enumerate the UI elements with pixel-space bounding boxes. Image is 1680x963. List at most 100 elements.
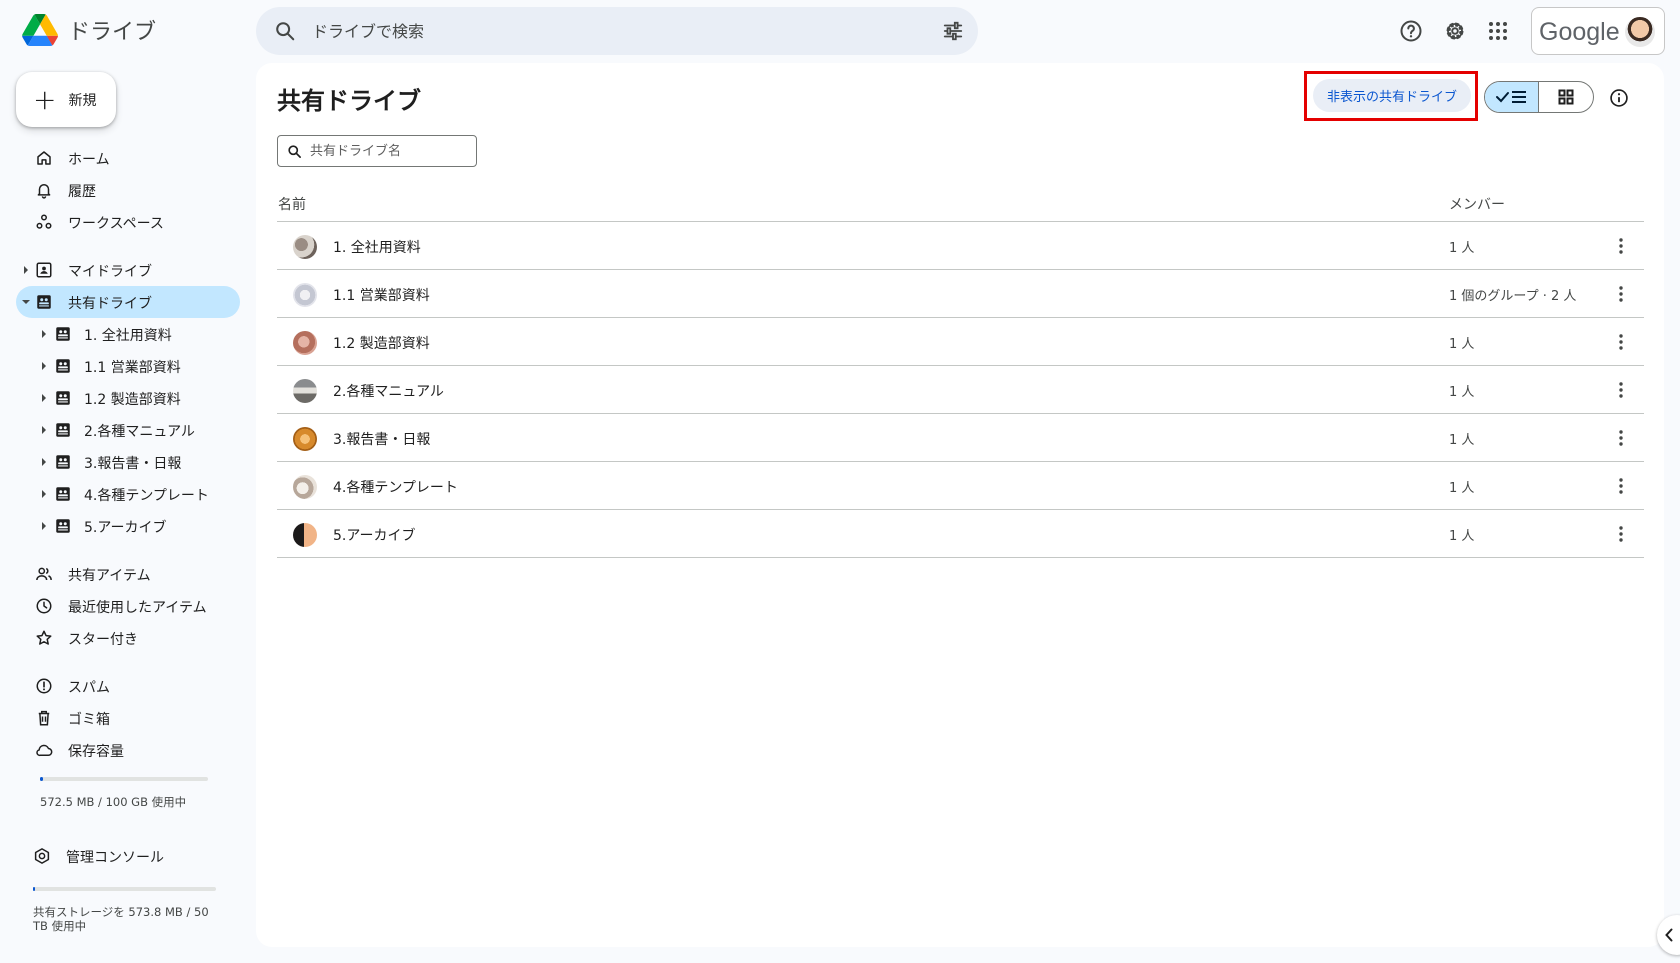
drive-logo-icon xyxy=(22,14,58,46)
member-count: 1 人 xyxy=(1449,385,1475,400)
search-input[interactable] xyxy=(312,17,872,45)
more-actions-icon[interactable] xyxy=(1611,236,1631,256)
expand-arrow-icon[interactable] xyxy=(42,522,46,530)
shared-drive-filter[interactable] xyxy=(277,135,477,167)
shared-storage-bar xyxy=(33,887,216,891)
sidebar-item-shared-drive[interactable]: 4.各種テンプレート xyxy=(36,478,240,510)
info-icon[interactable] xyxy=(1609,88,1629,108)
collapse-arrow-icon[interactable] xyxy=(22,300,30,304)
nav-item-shared-with-me[interactable]: 共有アイテム xyxy=(16,558,240,590)
shared-storage-line-2: TB 使用中 xyxy=(33,919,87,933)
more-actions-icon[interactable] xyxy=(1611,380,1631,400)
expand-arrow-icon[interactable] xyxy=(24,266,28,274)
sidebar-item-shared-drive[interactable]: 1.1 営業部資料 xyxy=(36,350,240,382)
nav-item-workspace[interactable]: ワークスペース xyxy=(16,206,240,238)
shared-drive-icon xyxy=(56,327,70,341)
table-row[interactable]: 3.報告書・日報 1 人 xyxy=(277,414,1644,462)
sidebar-item-shared-drive[interactable]: 1.2 製造部資料 xyxy=(36,382,240,414)
search-options-icon[interactable] xyxy=(942,20,964,42)
shared-storage-bar-fill xyxy=(33,887,35,891)
shared-drive-icon xyxy=(56,487,70,501)
sidebar-item-label: 5.アーカイブ xyxy=(84,520,167,536)
trash-icon xyxy=(38,710,50,726)
search-icon xyxy=(288,145,301,158)
nav-item-trash[interactable]: ゴミ箱 xyxy=(16,702,240,734)
sidebar-item-shared-drive[interactable]: 2.各種マニュアル xyxy=(36,414,240,446)
new-button[interactable]: + 新規 xyxy=(16,72,116,127)
column-header-name[interactable]: 名前 xyxy=(278,194,306,214)
nav-item-admin-console[interactable]: 管理コンソール xyxy=(16,840,240,872)
search-icon[interactable] xyxy=(274,20,296,42)
account-switcher[interactable]: Google xyxy=(1531,7,1665,55)
nav-item-spam[interactable]: スパム xyxy=(16,670,240,702)
plus-icon: + xyxy=(33,82,57,116)
check-list-icon xyxy=(1495,91,1526,103)
shared-storage-line-1: 共有ストレージを 573.8 MB / 50 xyxy=(33,905,209,919)
expand-arrow-icon[interactable] xyxy=(42,330,46,338)
more-actions-icon[interactable] xyxy=(1611,524,1631,544)
new-button-label: 新規 xyxy=(68,92,97,109)
expand-arrow-icon[interactable] xyxy=(42,362,46,370)
member-count: 1 個のグループ · 2 人 xyxy=(1449,289,1577,304)
sidebar-item-label: 1. 全社用資料 xyxy=(84,328,172,344)
help-icon[interactable] xyxy=(1399,19,1423,43)
grid-icon xyxy=(1558,89,1574,105)
side-panel-toggle-button[interactable] xyxy=(1657,915,1680,955)
expand-arrow-icon[interactable] xyxy=(42,426,46,434)
clock-icon xyxy=(36,598,52,614)
apps-grid-icon[interactable] xyxy=(1486,19,1510,43)
expand-arrow-icon[interactable] xyxy=(42,458,46,466)
spam-icon xyxy=(36,678,52,694)
table-row[interactable]: 5.アーカイブ 1 人 xyxy=(277,510,1644,558)
table-row[interactable]: 1.1 営業部資料 1 個のグループ · 2 人 xyxy=(277,270,1644,318)
more-actions-icon[interactable] xyxy=(1611,332,1631,352)
sidebar-item-shared-drive[interactable]: 3.報告書・日報 xyxy=(36,446,240,478)
drive-logo[interactable]: ドライブ xyxy=(22,14,156,46)
settings-icon[interactable] xyxy=(1443,19,1467,43)
nav-item-shared-drives[interactable]: 共有ドライブ xyxy=(16,286,240,318)
people-icon xyxy=(36,567,52,581)
table-row[interactable]: 2.各種マニュアル 1 人 xyxy=(277,366,1644,414)
avatar[interactable] xyxy=(1625,17,1655,47)
sidebar-item-shared-drive[interactable]: 5.アーカイブ xyxy=(36,510,240,542)
nav-label: 管理コンソール xyxy=(66,850,164,866)
shared-drive-thumbnail xyxy=(293,283,317,307)
nav-item-recent[interactable]: 最近使用したアイテム xyxy=(16,590,240,622)
shared-drive-icon xyxy=(56,455,70,469)
shared-drive-thumbnail xyxy=(293,427,317,451)
nav-item-storage[interactable]: 保存容量 xyxy=(16,734,240,766)
more-actions-icon[interactable] xyxy=(1611,284,1631,304)
hidden-shared-drives-button[interactable]: 非表示の共有ドライブ xyxy=(1313,79,1471,112)
table-row[interactable]: 1. 全社用資料 1 人 xyxy=(277,222,1644,270)
grid-view-button[interactable] xyxy=(1539,82,1593,112)
sidebar-item-label: 1.2 製造部資料 xyxy=(84,392,181,408)
shared-drive-thumbnail xyxy=(293,475,317,499)
search-bar[interactable] xyxy=(256,7,978,55)
expand-arrow-icon[interactable] xyxy=(42,490,46,498)
table-row[interactable]: 1.2 製造部資料 1 人 xyxy=(277,318,1644,366)
more-actions-icon[interactable] xyxy=(1611,476,1631,496)
sidebar-item-shared-drive[interactable]: 1. 全社用資料 xyxy=(36,318,240,350)
list-view-button[interactable] xyxy=(1485,82,1540,112)
view-toggle[interactable] xyxy=(1484,81,1594,113)
nav-item-history[interactable]: 履歴 xyxy=(16,174,240,206)
nav-item-my-drive[interactable]: マイドライブ xyxy=(16,254,240,286)
expand-arrow-icon[interactable] xyxy=(42,394,46,402)
shared-drive-thumbnail xyxy=(293,379,317,403)
nav-item-starred[interactable]: スター付き xyxy=(16,622,240,654)
more-actions-icon[interactable] xyxy=(1611,428,1631,448)
table-row[interactable]: 4.各種テンプレート 1 人 xyxy=(277,462,1644,510)
nav-label: マイドライブ xyxy=(68,264,152,280)
shared-drive-name: 2.各種マニュアル xyxy=(333,384,444,400)
nav-label: ホーム xyxy=(68,152,110,168)
shared-drive-name: 5.アーカイブ xyxy=(333,528,416,544)
filter-input[interactable] xyxy=(310,141,468,161)
home-icon xyxy=(37,151,51,165)
nav-item-home[interactable]: ホーム xyxy=(16,142,240,174)
admin-console-icon xyxy=(34,848,50,864)
nav-label: 共有アイテム xyxy=(68,568,151,584)
workspace-icon xyxy=(36,214,52,229)
sidebar-item-label: 4.各種テンプレート xyxy=(84,488,209,504)
sidebar-item-label: 2.各種マニュアル xyxy=(84,424,195,440)
member-count: 1 人 xyxy=(1449,529,1475,544)
